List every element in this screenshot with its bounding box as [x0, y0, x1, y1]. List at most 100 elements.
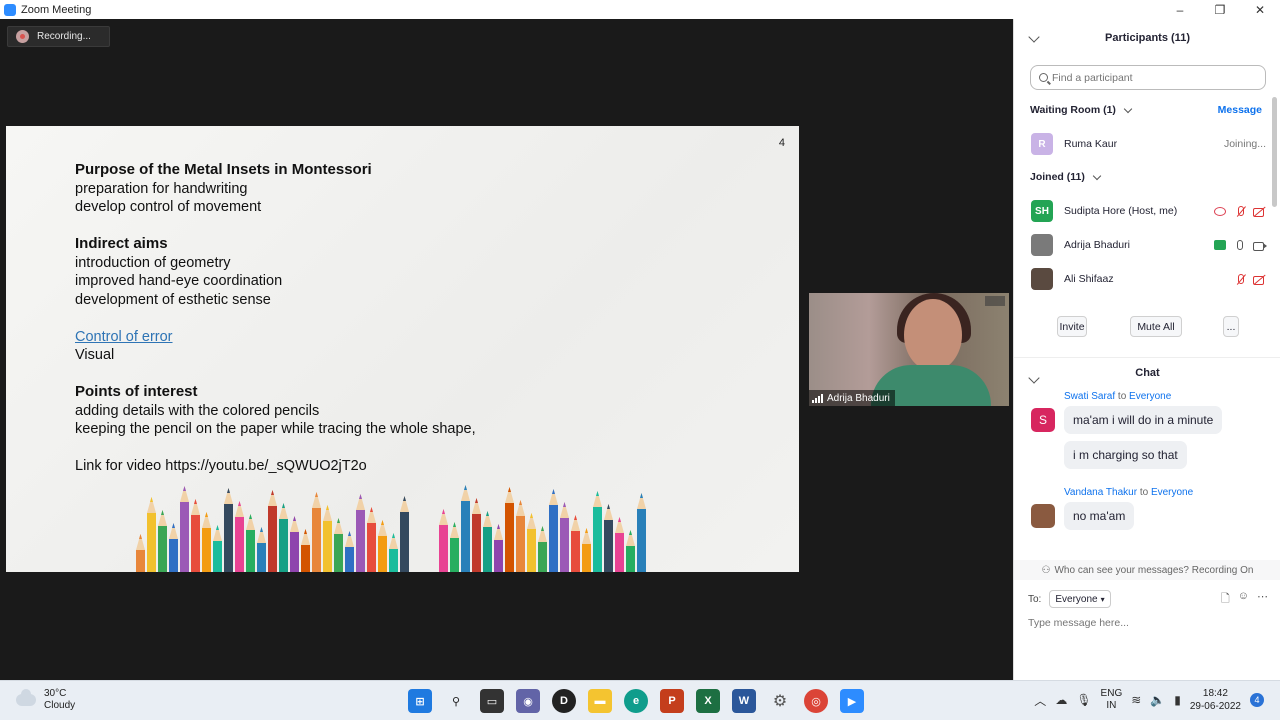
file-explorer-icon[interactable]: ▬: [588, 689, 612, 713]
chat-avatar: S: [1031, 408, 1055, 432]
excel-icon[interactable]: X: [696, 689, 720, 713]
pencil-lead: [552, 489, 555, 494]
participant-row-waiting[interactable]: R Ruma Kaur Joining...: [1031, 131, 1266, 157]
chat-sender[interactable]: Swati Saraf: [1064, 391, 1115, 402]
waiting-room-section[interactable]: Waiting Room (1) Message: [1030, 100, 1262, 120]
slide-heading-purpose: Purpose of the Metal Insets in Montessor…: [75, 161, 372, 178]
zoom-icon[interactable]: ▶: [840, 689, 864, 713]
dell-icon[interactable]: D: [552, 689, 576, 713]
microphone-icon[interactable]: 🎙: [1076, 693, 1091, 707]
edge-icon[interactable]: e: [624, 689, 648, 713]
slide-heading-indirect-aims: Indirect aims: [75, 235, 168, 252]
chat-header: Chat: [1014, 357, 1280, 384]
minimize-button[interactable]: –: [1160, 0, 1200, 19]
time: 18:42: [1202, 688, 1228, 699]
pencil-lead: [359, 494, 362, 499]
pencil-lead: [326, 505, 329, 510]
pencil-lead: [315, 492, 318, 497]
task-view-icon[interactable]: ▭: [480, 689, 504, 713]
control-of-error-link[interactable]: Control of error: [75, 328, 775, 347]
word-icon[interactable]: W: [732, 689, 756, 713]
volume-icon[interactable]: 🔈: [1150, 693, 1165, 707]
pencil-body: [235, 517, 244, 572]
chevron-down-icon: ▾: [1100, 594, 1105, 604]
clock[interactable]: 18:42 29-06-2022: [1190, 687, 1241, 713]
notification-badge[interactable]: 4: [1250, 693, 1264, 707]
joined-label: Joined (11): [1030, 171, 1085, 183]
joined-section[interactable]: Joined (11): [1030, 167, 1262, 187]
recording-label: Recording...: [37, 31, 91, 42]
close-button[interactable]: ✕: [1240, 0, 1280, 19]
mic-off-icon[interactable]: [1233, 273, 1246, 285]
cloud-icon: [16, 689, 36, 706]
waiting-room-message-button[interactable]: Message: [1218, 104, 1262, 116]
participant-row-adrija[interactable]: Adrija Bhaduri: [1031, 232, 1267, 258]
shared-slide: 4 Purpose of the Metal Insets in Montess…: [6, 126, 799, 572]
video-tile-menu-icon[interactable]: [985, 296, 1005, 306]
mic-icon[interactable]: [1233, 239, 1246, 251]
mic-off-icon[interactable]: [1233, 205, 1246, 217]
participant-search[interactable]: [1030, 65, 1266, 90]
battery-icon[interactable]: ▮: [1174, 693, 1181, 707]
pencil-body: [345, 547, 354, 572]
recording-indicator[interactable]: Recording...: [7, 26, 110, 47]
pencil-lead: [282, 503, 285, 508]
pencil-lead: [607, 504, 610, 509]
recipient-dropdown[interactable]: Everyone ▾: [1049, 590, 1111, 608]
chat-recipient-row: To: Everyone ▾ 🗋 ☺ ⋯: [1028, 589, 1268, 609]
pencil-lead: [508, 487, 511, 492]
chat-sender[interactable]: Vandana Thakur: [1064, 487, 1137, 498]
video-off-icon[interactable]: [1253, 206, 1266, 217]
participant-row-ali[interactable]: Ali Shifaaz: [1031, 266, 1266, 292]
participants-scrollbar[interactable]: [1272, 97, 1277, 307]
chat-privacy-note[interactable]: ⚇ Who can see your messages? Recording O…: [1014, 560, 1280, 580]
window-title: Zoom Meeting: [21, 3, 92, 16]
video-name-bar: Adrija Bhaduri: [809, 390, 895, 406]
avatar: SH: [1031, 200, 1053, 222]
more-options-button[interactable]: ...: [1223, 316, 1239, 337]
participant-row-host[interactable]: SH Sudipta Hore (Host, me): [1031, 198, 1266, 224]
file-icon[interactable]: 🗋: [1221, 590, 1230, 609]
cloud-tray-icon[interactable]: ☁: [1055, 693, 1067, 707]
participant-name: Adrija Bhaduri: [1064, 239, 1130, 251]
chat-message-input[interactable]: [1028, 613, 1268, 633]
video-off-icon[interactable]: [1253, 274, 1266, 285]
search-icon[interactable]: ⚲: [444, 689, 468, 713]
maximize-button[interactable]: ❐: [1200, 0, 1240, 19]
language-indicator[interactable]: ENG IN: [1101, 688, 1123, 712]
meeting-area: Recording... 4 Purpose of the Metal Inse…: [0, 19, 1013, 680]
pencil-body: [450, 538, 459, 572]
pencil-body: [180, 502, 189, 572]
video-tile-adrija[interactable]: Adrija Bhaduri: [809, 293, 1009, 406]
windows-start-icon[interactable]: ⊞: [408, 689, 432, 713]
chrome-icon[interactable]: ◎: [804, 689, 828, 713]
pencil-body: [472, 514, 481, 572]
emoji-icon[interactable]: ☺: [1238, 590, 1249, 609]
video-participant-name: Adrija Bhaduri: [827, 392, 890, 404]
chevron-down-icon: [1092, 171, 1102, 180]
pencil-lead: [238, 501, 241, 506]
more-icon[interactable]: ⋯: [1257, 590, 1268, 609]
participant-search-input[interactable]: [1052, 71, 1252, 84]
teams-chat-icon[interactable]: ◉: [516, 689, 540, 713]
weather-widget[interactable]: 30°C Cloudy: [16, 688, 75, 712]
chat-message-bubble[interactable]: i m charging so that: [1064, 441, 1187, 469]
powerpoint-icon[interactable]: P: [660, 689, 684, 713]
mute-all-button[interactable]: Mute All: [1130, 316, 1182, 337]
chat-message-bubble[interactable]: no ma'am: [1064, 502, 1135, 530]
windows-taskbar: 30°C Cloudy ⊞ ⚲ ▭ ◉ D ▬ e P X W ⚙ ◎ ▶ ︿ …: [0, 680, 1280, 720]
pencil-lead: [530, 513, 533, 518]
pencil-body: [323, 521, 332, 572]
chat-message-bubble[interactable]: ma'am i will do in a minute: [1064, 406, 1223, 434]
settings-icon[interactable]: ⚙: [768, 689, 792, 713]
wifi-icon[interactable]: ≋: [1131, 693, 1141, 707]
pencil-body: [334, 534, 343, 572]
video-icon[interactable]: [1253, 240, 1267, 251]
pencil-lead: [304, 529, 307, 534]
chevron-up-icon[interactable]: ︿: [1034, 692, 1046, 709]
slide-line: introduction of geometry: [75, 254, 231, 271]
collapse-chat-chevron-icon[interactable]: [1028, 372, 1040, 384]
invite-button[interactable]: Invite: [1057, 316, 1087, 337]
side-panel: Participants (11) Waiting Room (1) Messa…: [1013, 19, 1280, 680]
collapse-participants-chevron-icon[interactable]: [1028, 31, 1040, 43]
